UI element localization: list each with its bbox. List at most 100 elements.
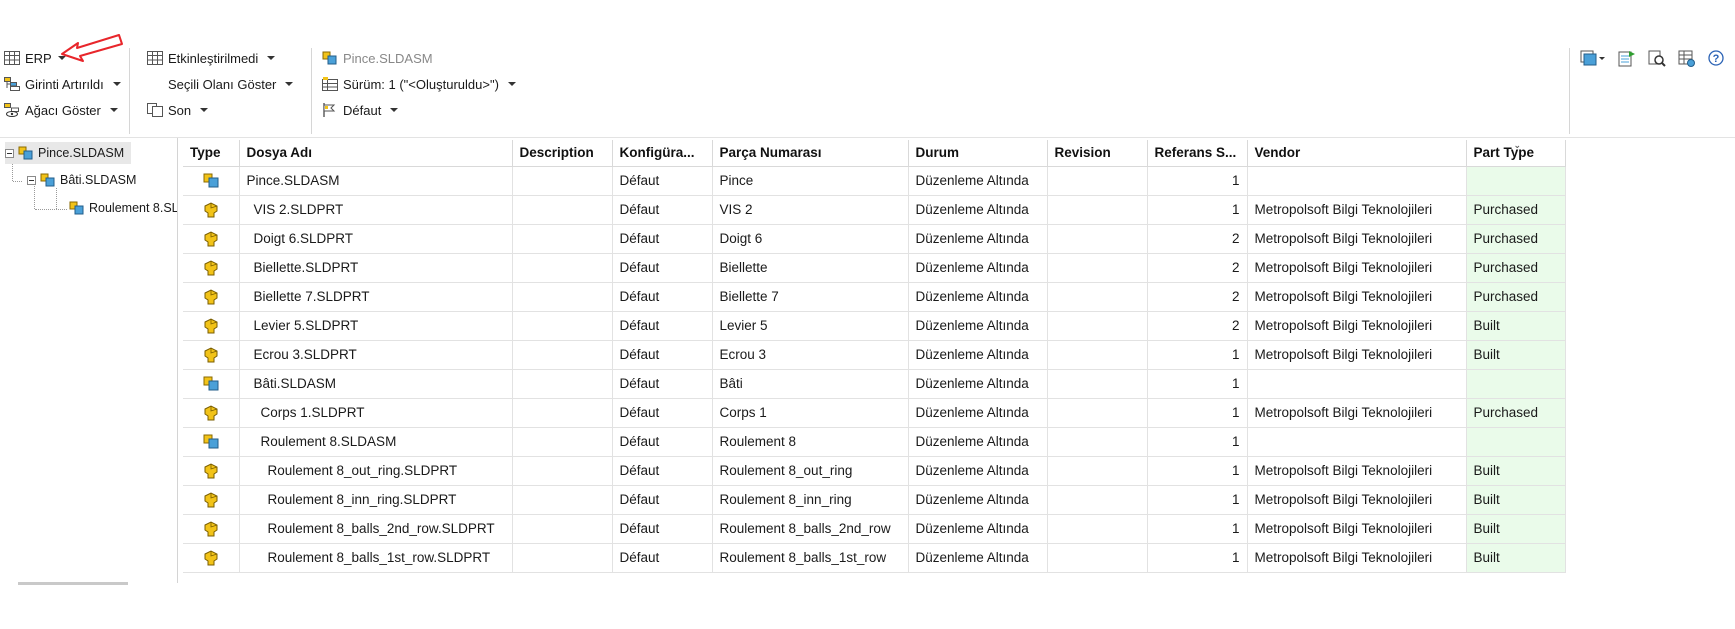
cell-revision[interactable] (1047, 340, 1148, 370)
cell-description[interactable] (512, 224, 613, 254)
cell-description[interactable] (512, 485, 613, 515)
table-row[interactable]: Bâti.SLDASM Défaut Bâti Düzenleme Altında 1 (183, 369, 1566, 399)
show-tree-dropdown[interactable]: Ağacı Göster (4, 99, 118, 121)
col-header-description[interactable]: Description (512, 140, 613, 167)
cell-references[interactable]: 1 (1147, 340, 1248, 370)
cell-references[interactable]: 2 (1147, 253, 1248, 283)
cell-part-number[interactable]: Roulement 8_inn_ring (712, 485, 909, 515)
cell-part-number[interactable]: Roulement 8_out_ring (712, 456, 909, 486)
cell-part-type[interactable]: Built (1466, 485, 1566, 515)
cell-status[interactable]: Düzenleme Altında (908, 282, 1048, 312)
cell-configuration[interactable]: Défaut (612, 195, 713, 225)
col-header-type[interactable]: Type (183, 140, 240, 167)
cell-description[interactable] (512, 427, 613, 457)
version-latest-dropdown[interactable]: Son (147, 99, 209, 121)
col-header-file-name[interactable]: Dosya Adı (239, 140, 513, 167)
collapse-icon[interactable] (27, 175, 36, 185)
cell-description[interactable] (512, 311, 613, 341)
cell-vendor[interactable]: Metropolsoft Bilgi Teknolojileri (1247, 543, 1467, 573)
cell-vendor[interactable] (1247, 369, 1467, 399)
cell-references[interactable]: 1 (1147, 485, 1248, 515)
cell-revision[interactable] (1047, 485, 1148, 515)
cell-vendor[interactable]: Metropolsoft Bilgi Teknolojileri (1247, 282, 1467, 312)
tree-node-root[interactable]: Pince.SLDASM (5, 142, 131, 164)
cell-configuration[interactable]: Défaut (612, 514, 713, 544)
show-selected-dropdown[interactable]: Seçili Olanı Göster (168, 73, 294, 95)
table-row[interactable]: Biellette 7.SLDPRT Défaut Biellette 7 Düzen… (183, 282, 1566, 312)
table-row[interactable]: Roulement 8.SLDASM Défaut Roulement 8 Düzen… (183, 427, 1566, 457)
table-row[interactable]: Roulement 8_balls_1st_row.SLDPRT Défaut Ro… (183, 543, 1566, 573)
cell-references[interactable]: 1 (1147, 166, 1248, 196)
col-header-revision[interactable]: Revision (1047, 140, 1148, 167)
cell-part-number[interactable]: Corps 1 (712, 398, 909, 428)
cell-references[interactable]: 1 (1147, 427, 1248, 457)
cell-part-type[interactable] (1466, 369, 1566, 399)
cell-description[interactable] (512, 166, 613, 196)
cell-references[interactable]: 1 (1147, 543, 1248, 573)
cell-part-type[interactable]: Purchased (1466, 398, 1566, 428)
cell-status[interactable]: Düzenleme Altında (908, 340, 1048, 370)
cell-status[interactable]: Düzenleme Altında (908, 485, 1048, 515)
cell-part-number[interactable]: Biellette (712, 253, 909, 283)
cell-part-type[interactable]: Purchased (1466, 253, 1566, 283)
cell-description[interactable] (512, 456, 613, 486)
table-row[interactable]: Doigt 6.SLDPRT Défaut Doigt 6 Düzenleme Alt… (183, 224, 1566, 254)
export-icon[interactable] (1618, 50, 1636, 67)
tree-node-bati[interactable]: Bâti.SLDASM (27, 169, 136, 191)
col-header-status[interactable]: Durum (908, 140, 1048, 167)
cell-file-name[interactable]: Bâti.SLDASM (239, 369, 513, 399)
cell-vendor[interactable]: Metropolsoft Bilgi Teknolojileri (1247, 398, 1467, 428)
cell-configuration[interactable]: Défaut (612, 311, 713, 341)
table-row[interactable]: Levier 5.SLDPRT Défaut Levier 5 Düzenleme A… (183, 311, 1566, 341)
cell-description[interactable] (512, 195, 613, 225)
cell-file-name[interactable]: Roulement 8_inn_ring.SLDPRT (239, 485, 513, 515)
cell-vendor[interactable]: Metropolsoft Bilgi Teknolojileri (1247, 311, 1467, 341)
settings-icon[interactable] (1678, 50, 1696, 67)
cell-references[interactable]: 1 (1147, 369, 1248, 399)
cell-revision[interactable] (1047, 195, 1148, 225)
cell-status[interactable]: Düzenleme Altında (908, 369, 1048, 399)
cell-configuration[interactable]: Défaut (612, 485, 713, 515)
table-row[interactable]: Roulement 8_balls_2nd_row.SLDPRT Défaut Ro… (183, 514, 1566, 544)
cell-status[interactable]: Düzenleme Altında (908, 543, 1048, 573)
cell-part-number[interactable]: Levier 5 (712, 311, 909, 341)
cell-vendor[interactable]: Metropolsoft Bilgi Teknolojileri (1247, 253, 1467, 283)
cell-revision[interactable] (1047, 456, 1148, 486)
cell-file-name[interactable]: Levier 5.SLDPRT (239, 311, 513, 341)
cell-revision[interactable] (1047, 282, 1148, 312)
cell-description[interactable] (512, 543, 613, 573)
cell-file-name[interactable]: Roulement 8_balls_2nd_row.SLDPRT (239, 514, 513, 544)
cell-configuration[interactable]: Défaut (612, 369, 713, 399)
cell-configuration[interactable]: Défaut (612, 224, 713, 254)
cell-status[interactable]: Düzenleme Altında (908, 456, 1048, 486)
cell-file-name[interactable]: Corps 1.SLDPRT (239, 398, 513, 428)
cell-part-type[interactable]: Purchased (1466, 282, 1566, 312)
cell-part-type[interactable]: Built (1466, 543, 1566, 573)
col-header-vendor[interactable]: Vendor (1247, 140, 1467, 167)
cell-revision[interactable] (1047, 543, 1148, 573)
cell-part-type[interactable]: Built (1466, 456, 1566, 486)
cell-part-number[interactable]: Roulement 8_balls_1st_row (712, 543, 909, 573)
cell-description[interactable] (512, 514, 613, 544)
cell-part-type[interactable]: Purchased (1466, 224, 1566, 254)
table-row[interactable]: Ecrou 3.SLDPRT Défaut Ecrou 3 Düzenleme Alt… (183, 340, 1566, 370)
cell-file-name[interactable]: Roulement 8_balls_1st_row.SLDPRT (239, 543, 513, 573)
cell-vendor[interactable]: Metropolsoft Bilgi Teknolojileri (1247, 224, 1467, 254)
cell-file-name[interactable]: Biellette 7.SLDPRT (239, 282, 513, 312)
table-row[interactable]: Roulement 8_out_ring.SLDPRT Défaut Rouleme… (183, 456, 1566, 486)
cell-part-number[interactable]: Doigt 6 (712, 224, 909, 254)
cell-configuration[interactable]: Défaut (612, 398, 713, 428)
cell-part-number[interactable]: Ecrou 3 (712, 340, 909, 370)
indent-dropdown[interactable]: Girinti Artırıldı (4, 73, 121, 95)
cell-file-name[interactable]: Biellette.SLDPRT (239, 253, 513, 283)
tree-node-roulement[interactable]: Roulement 8.SLDASM (69, 197, 177, 219)
cell-configuration[interactable]: Défaut (612, 427, 713, 457)
cell-revision[interactable] (1047, 253, 1148, 283)
table-row[interactable]: VIS 2.SLDPRT Défaut VIS 2 Düzenleme Altında… (183, 195, 1566, 225)
activation-dropdown[interactable]: Etkinleştirilmedi (147, 47, 276, 69)
cell-part-type[interactable]: Built (1466, 311, 1566, 341)
cell-part-number[interactable]: Pince (712, 166, 909, 196)
cell-vendor[interactable]: Metropolsoft Bilgi Teknolojileri (1247, 456, 1467, 486)
cell-part-number[interactable]: Roulement 8 (712, 427, 909, 457)
cell-revision[interactable] (1047, 311, 1148, 341)
